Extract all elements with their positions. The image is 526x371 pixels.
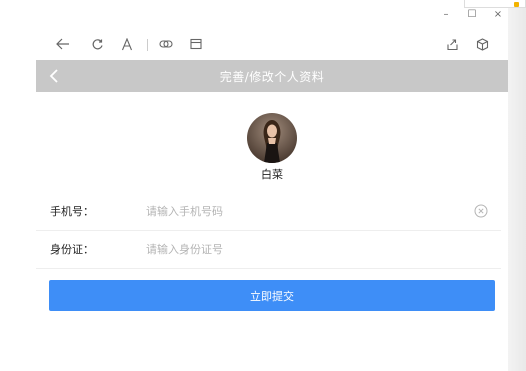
page-header: 完善/修改个人资料 [36,60,508,92]
chevron-left-icon [49,69,58,83]
back-icon[interactable] [55,36,71,52]
minimize-button[interactable]: – [440,9,452,21]
share-icon[interactable] [444,36,460,52]
link-icon[interactable] [158,36,174,52]
phone-input[interactable] [146,201,446,221]
phone-label: 手机号： [50,205,94,218]
cube-icon[interactable] [474,36,490,52]
maximize-button[interactable]: ☐ [466,9,478,21]
badge-icon [514,1,519,7]
id-card-label: 身份证： [50,243,94,256]
phone-row: 手机号： [36,193,501,231]
toolbar [0,30,508,60]
font-icon[interactable] [119,36,135,52]
page-title: 完善/修改个人资料 [219,69,325,84]
toolbar-divider [147,39,148,51]
side-panel-strip [508,0,526,371]
avatar-image [247,113,297,163]
header-back-button[interactable] [44,66,64,86]
submit-button[interactable]: 立即提交 [49,280,495,311]
refresh-icon[interactable] [89,36,105,52]
clear-icon[interactable] [474,204,488,218]
window-icon[interactable] [188,36,204,52]
avatar[interactable] [247,113,297,163]
close-button[interactable]: × [492,9,504,21]
top-right-badge [464,0,526,8]
id-card-input[interactable] [146,239,446,259]
window-controls: – ☐ × [440,9,504,21]
profile-name: 白菜 [261,168,283,181]
id-card-row: 身份证： [36,231,501,269]
